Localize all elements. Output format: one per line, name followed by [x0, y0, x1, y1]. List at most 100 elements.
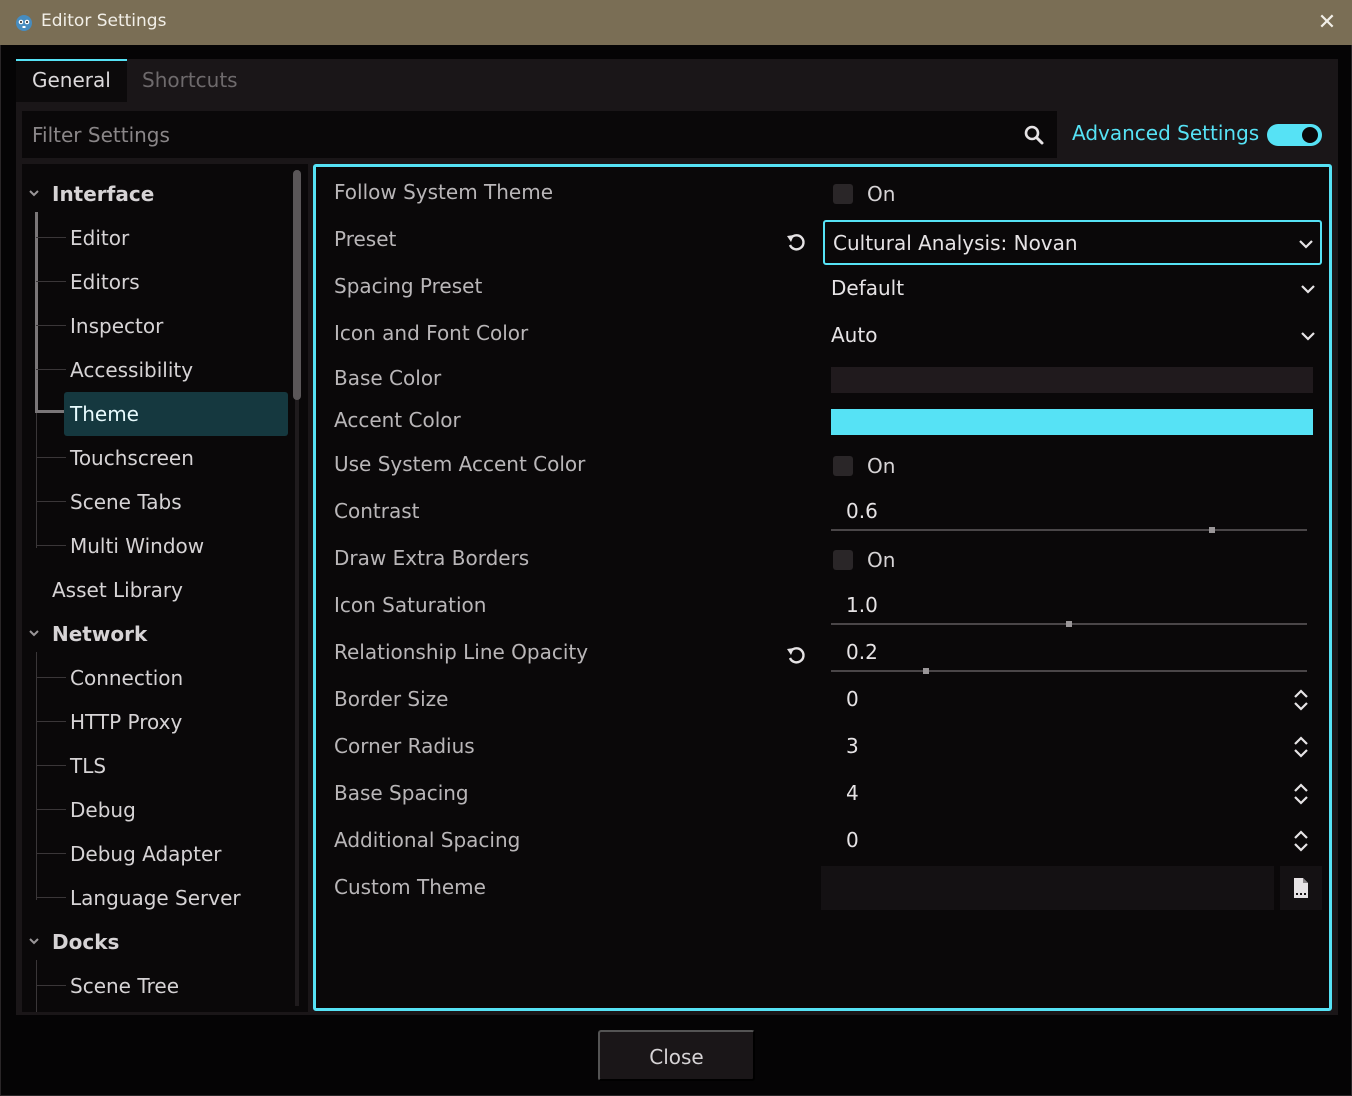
tree-item-http-proxy[interactable]: HTTP Proxy [36, 700, 183, 744]
use-system-accent-checkbox[interactable] [833, 456, 853, 476]
tree-item-editors[interactable]: Editors [36, 260, 140, 304]
tree-guide-line [36, 652, 37, 900]
prop-label-spacing-preset: Spacing Preset [334, 274, 483, 298]
relationship-line-opacity-slider-grabber[interactable] [923, 668, 930, 674]
tree-item-label: Theme [70, 402, 139, 426]
draw-extra-borders-checkbox[interactable] [833, 550, 853, 570]
tree-item-connection[interactable]: Connection [36, 656, 184, 700]
revert-icon[interactable] [785, 644, 807, 666]
advanced-settings-toggle[interactable] [1267, 124, 1322, 146]
checkbox-label: On [867, 454, 896, 478]
tree-item-debug[interactable]: Debug [36, 788, 136, 832]
tree-item-label: Scene Tree [70, 974, 180, 998]
relationship-line-opacity-slider[interactable] [831, 670, 1307, 672]
tab-shortcuts[interactable]: Shortcuts [126, 59, 254, 102]
base-spacing-value[interactable]: 4 [846, 781, 859, 805]
chevron-down-icon[interactable] [28, 920, 42, 982]
tree-item-label: Multi Window [70, 534, 205, 558]
additional-spacing-value[interactable]: 0 [846, 828, 859, 852]
spinbox-updown-icon[interactable] [1291, 782, 1311, 806]
prop-label-icon-saturation: Icon Saturation [334, 593, 487, 617]
tree-item-language-server[interactable]: Language Server [36, 876, 241, 920]
prop-label-use-system-accent: Use System Accent Color [334, 452, 586, 476]
checkbox-label: On [867, 548, 896, 572]
tree-item-label: Touchscreen [70, 446, 194, 470]
corner-radius-value[interactable]: 3 [846, 734, 859, 758]
icon-saturation-slider-grabber[interactable] [1066, 621, 1072, 627]
tree-scrollbar-grabber[interactable] [293, 170, 301, 400]
tree-category-label: Asset Library [52, 578, 183, 602]
window-title: Editor Settings [41, 11, 167, 31]
tree-item-debug-adapter[interactable]: Debug Adapter [36, 832, 222, 876]
general-tab-panel: Advanced Settings Interface Editor Edito… [16, 102, 1338, 1015]
tree-item-scene-tabs[interactable]: Scene Tabs [36, 480, 182, 524]
prop-label-border-size: Border Size [334, 687, 449, 711]
tree-item-label: Debug Adapter [70, 842, 222, 866]
tree-category-asset-library[interactable]: Asset Library [52, 568, 183, 612]
editor-settings-dialog: General Shortcuts Advanced Settings [0, 45, 1352, 1096]
tree-guide-line-active [35, 212, 38, 412]
chevron-down-icon[interactable] [28, 612, 42, 674]
prop-label-icon-font-color: Icon and Font Color [334, 321, 529, 345]
prop-label-draw-extra-borders: Draw Extra Borders [334, 546, 530, 570]
spinbox-updown-icon[interactable] [1291, 829, 1311, 853]
prop-label-additional-spacing: Additional Spacing [334, 828, 521, 852]
toggle-knob [1302, 127, 1318, 143]
revert-icon[interactable] [785, 231, 807, 253]
tab-general[interactable]: General [16, 59, 127, 102]
icon-saturation-value[interactable]: 1.0 [846, 593, 878, 617]
spinbox-updown-icon[interactable] [1291, 688, 1311, 712]
tree-item-theme[interactable]: Theme [64, 392, 288, 436]
tree-item-multi-window[interactable]: Multi Window [36, 524, 205, 568]
tree-category-label: Network [52, 622, 148, 646]
prop-label-follow-system-theme: Follow System Theme [334, 180, 554, 204]
prop-label-base-spacing: Base Spacing [334, 781, 469, 805]
filter-settings-input[interactable] [22, 111, 1012, 158]
tree-item-tls[interactable]: TLS [36, 744, 106, 788]
dropdown-value: Auto [831, 323, 878, 347]
settings-section-tree[interactable]: Interface Editor Editors Inspector Acces… [22, 164, 308, 1012]
browse-file-button[interactable] [1280, 866, 1322, 910]
tree-item-label: Editor [70, 226, 130, 250]
tree-category-docks[interactable]: Docks [29, 920, 120, 964]
spinbox-updown-icon[interactable] [1291, 735, 1311, 759]
spacing-preset-dropdown[interactable]: Default [823, 267, 1322, 312]
tree-category-label: Interface [52, 182, 155, 206]
tree-item-inspector[interactable]: Inspector [36, 304, 163, 348]
tree-guide-line-active [35, 410, 65, 413]
tree-item-label: Language Server [70, 886, 241, 910]
tree-item-accessibility[interactable]: Accessibility [36, 348, 193, 392]
icon-font-color-dropdown[interactable]: Auto [823, 314, 1322, 359]
dropdown-value: Default [831, 276, 905, 300]
tree-category-network[interactable]: Network [29, 612, 148, 656]
tree-item-label: Editors [70, 270, 140, 294]
chevron-down-icon [1301, 285, 1315, 294]
preset-dropdown[interactable]: Cultural Analysis: Novan [823, 220, 1322, 265]
tree-item-editor[interactable]: Editor [36, 216, 130, 260]
dropdown-value: Cultural Analysis: Novan [833, 231, 1078, 255]
window-titlebar[interactable]: Editor Settings ✕ [0, 0, 1352, 45]
tree-item-label: HTTP Proxy [70, 710, 183, 734]
file-icon [1294, 878, 1308, 898]
contrast-value[interactable]: 0.6 [846, 499, 878, 523]
prop-label-preset: Preset [334, 227, 397, 251]
contrast-slider-grabber[interactable] [1208, 527, 1215, 533]
window-close-icon[interactable]: ✕ [1312, 8, 1342, 38]
tree-category-label: Docks [52, 930, 120, 954]
tree-category-interface[interactable]: Interface [29, 172, 155, 216]
tree-item-scene-tree[interactable]: Scene Tree [36, 964, 180, 1008]
tab-bar: General Shortcuts [16, 59, 1338, 102]
base-color-picker[interactable] [831, 367, 1313, 393]
accent-color-picker[interactable] [831, 409, 1313, 435]
prop-label-custom-theme: Custom Theme [334, 875, 486, 899]
relationship-line-opacity-value[interactable]: 0.2 [846, 640, 878, 664]
tree-item-label: Connection [70, 666, 184, 690]
custom-theme-path-field[interactable] [821, 866, 1274, 910]
border-size-value[interactable]: 0 [846, 687, 859, 711]
tree-item-touchscreen[interactable]: Touchscreen [36, 436, 194, 480]
contrast-slider[interactable] [831, 529, 1307, 531]
chevron-down-icon[interactable] [28, 172, 42, 234]
chevron-down-icon [1299, 240, 1313, 249]
follow-system-theme-checkbox[interactable] [833, 184, 853, 204]
close-button[interactable]: Close [598, 1030, 755, 1081]
